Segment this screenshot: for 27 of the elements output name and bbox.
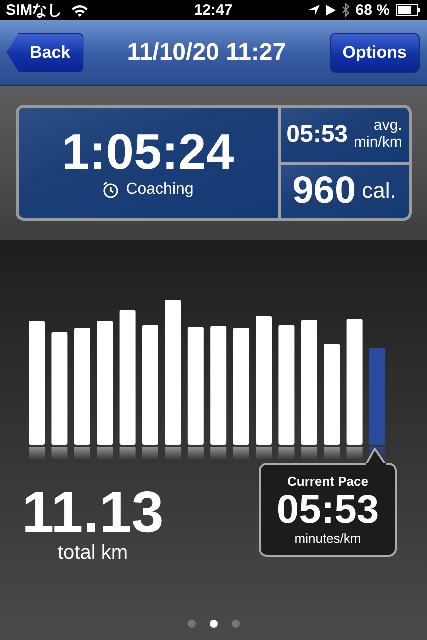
- run-date-title: 11/10/20 11:27: [127, 38, 286, 66]
- avg-pace-value: 05:53: [286, 120, 348, 149]
- calories-unit: cal.: [362, 179, 396, 204]
- avg-unit-label: min/km: [354, 134, 402, 152]
- options-button[interactable]: Options: [330, 32, 420, 72]
- calories-value: 960: [292, 170, 356, 213]
- duration-value: 1:05:24: [62, 127, 234, 177]
- distance-value: 11.13: [22, 484, 164, 542]
- page-dot[interactable]: [210, 620, 218, 628]
- location-arrow-icon: [308, 4, 320, 16]
- current-pace-unit: minutes/km: [294, 531, 362, 546]
- coaching-label: Coaching: [126, 181, 194, 199]
- bluetooth-icon: [342, 3, 350, 17]
- clock-time: 12:47: [194, 2, 233, 18]
- page-dot[interactable]: [188, 620, 196, 628]
- distance-unit: total km: [58, 542, 128, 565]
- alarm-clock-icon: [102, 181, 120, 199]
- current-pace-value: 05:53: [276, 489, 380, 531]
- wifi-icon: [70, 4, 89, 16]
- play-icon: [326, 4, 336, 16]
- battery-icon: [396, 4, 421, 16]
- carrier-label: SIMなし: [6, 0, 63, 20]
- current-pace-title: Current Pace: [288, 474, 368, 489]
- battery-percent: 68 %: [356, 2, 390, 18]
- avg-label: avg.: [374, 118, 402, 135]
- back-button[interactable]: Back: [7, 32, 84, 72]
- page-dot[interactable]: [232, 620, 240, 628]
